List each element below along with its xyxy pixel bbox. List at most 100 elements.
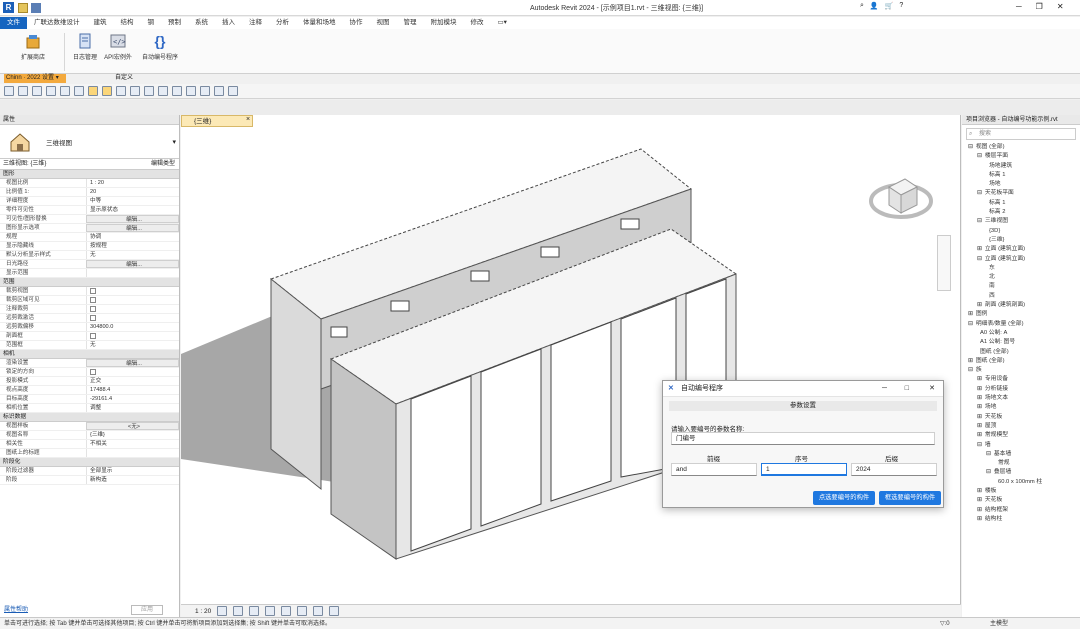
view-tab-3d[interactable]: {三维} bbox=[181, 115, 253, 127]
ribbon-tab[interactable]: 广联达数维设计 bbox=[27, 17, 87, 29]
property-value[interactable]: <无> bbox=[86, 422, 179, 430]
tree-node[interactable]: ⊞ 屋顶 bbox=[962, 422, 1080, 431]
tree-node[interactable]: A1 公制: 图号 bbox=[962, 338, 1080, 347]
crop-icon[interactable] bbox=[297, 606, 308, 616]
tree-node[interactable]: 图纸 (全部) bbox=[962, 348, 1080, 357]
tree-node[interactable]: ⊞ 楼板 bbox=[962, 487, 1080, 496]
property-value[interactable]: 调整 bbox=[86, 404, 179, 412]
property-section-header[interactable]: 阶段化 bbox=[0, 458, 179, 467]
tree-node[interactable]: 东 bbox=[962, 264, 1080, 273]
property-value[interactable]: -29161.4 bbox=[86, 395, 179, 403]
dialog-close-button[interactable]: ✕ bbox=[929, 381, 935, 397]
tree-node[interactable]: ⊞ 场地 bbox=[962, 403, 1080, 412]
expander-icon[interactable]: ⊟ bbox=[986, 451, 991, 457]
search-icon[interactable]: ⌕ bbox=[860, 2, 864, 10]
property-value[interactable]: 20 bbox=[86, 188, 179, 196]
type-selector[interactable]: 三维视图 ▾ bbox=[0, 125, 179, 159]
property-value[interactable]: 编辑... bbox=[86, 224, 179, 232]
property-value[interactable]: {三维} bbox=[86, 431, 179, 439]
dimension-icon[interactable] bbox=[116, 86, 126, 96]
suffix-input[interactable]: 2024 bbox=[851, 463, 937, 476]
tree-node[interactable]: ⊞ 立面 (建筑立面) bbox=[962, 245, 1080, 254]
shadows-icon[interactable] bbox=[265, 606, 276, 616]
tree-node[interactable]: ⊞ 结构框架 bbox=[962, 506, 1080, 515]
tree-node[interactable]: 南 bbox=[962, 282, 1080, 291]
tree-node[interactable]: ⊟ 楼层平面 bbox=[962, 152, 1080, 161]
property-value[interactable]: 按规程 bbox=[86, 242, 179, 250]
expander-icon[interactable]: ⊟ bbox=[977, 190, 982, 196]
expander-icon[interactable]: ⊞ bbox=[977, 404, 982, 410]
tree-node[interactable]: {3D} bbox=[962, 227, 1080, 236]
browser-search-input[interactable]: ⌕ 搜索 bbox=[966, 128, 1076, 140]
property-value[interactable]: 协调 bbox=[86, 233, 179, 241]
tree-node[interactable]: ⊞ 天花板 bbox=[962, 413, 1080, 422]
tree-node[interactable]: ⊞ 图例 bbox=[962, 310, 1080, 319]
minimize-button[interactable]: ─ bbox=[1016, 2, 1022, 11]
sun-path-icon[interactable] bbox=[249, 606, 260, 616]
redo-icon[interactable] bbox=[60, 86, 70, 96]
property-checkbox[interactable] bbox=[90, 369, 96, 375]
tree-node[interactable]: ⊟ 三维视图 bbox=[962, 217, 1080, 226]
ribbon-tab[interactable]: 视图 bbox=[370, 17, 397, 29]
properties-help-link[interactable]: 属性帮助 bbox=[4, 604, 28, 613]
property-value[interactable] bbox=[86, 368, 179, 376]
thin-lines-icon[interactable] bbox=[186, 86, 196, 96]
close-hidden-icon[interactable] bbox=[200, 86, 210, 96]
tree-node[interactable]: ⊟ 墙 bbox=[962, 441, 1080, 450]
expander-icon[interactable]: ⊞ bbox=[977, 386, 982, 392]
instance-selector[interactable]: 三维视图: {三维} bbox=[0, 159, 112, 169]
revit-logo-icon[interactable]: R bbox=[3, 2, 14, 13]
expander-icon[interactable]: ⊟ bbox=[977, 153, 982, 159]
tree-node[interactable]: 场地 bbox=[962, 180, 1080, 189]
tree-node[interactable]: ⊟ 族 bbox=[962, 366, 1080, 375]
property-value[interactable]: 1 : 20 bbox=[86, 179, 179, 187]
property-section-header[interactable]: 范围 bbox=[0, 278, 179, 287]
user-icon[interactable]: 👤 bbox=[870, 2, 879, 10]
ribbon-tab[interactable]: 体量和场地 bbox=[296, 17, 343, 29]
dialog-maximize-button[interactable]: □ bbox=[905, 381, 909, 397]
tree-node[interactable]: ⊞ 图纸 (全部) bbox=[962, 357, 1080, 366]
property-value[interactable]: 中等 bbox=[86, 197, 179, 205]
property-value[interactable]: 304800.0 bbox=[86, 323, 179, 331]
text-icon[interactable] bbox=[144, 86, 154, 96]
3d-view-canvas[interactable] bbox=[181, 115, 961, 617]
property-value[interactable]: 编辑... bbox=[86, 359, 179, 367]
chevron-down-icon[interactable]: ▾ bbox=[172, 138, 176, 146]
viewcube-icon[interactable] bbox=[869, 178, 933, 219]
property-value[interactable] bbox=[86, 314, 179, 322]
expander-icon[interactable]: ⊞ bbox=[977, 376, 982, 382]
view-scale[interactable]: 1 : 20 bbox=[195, 608, 211, 615]
property-section-header[interactable]: 图形 bbox=[0, 170, 179, 179]
property-value[interactable]: 无 bbox=[86, 341, 179, 349]
navigation-bar[interactable] bbox=[937, 235, 951, 291]
tree-node[interactable]: 60.0 x 100mm 柱 bbox=[962, 478, 1080, 487]
restore-button[interactable]: ❐ bbox=[1036, 2, 1043, 11]
ribbon-tab[interactable]: 分析 bbox=[269, 17, 296, 29]
expander-icon[interactable]: ⊞ bbox=[977, 246, 982, 252]
open-icon[interactable] bbox=[18, 3, 28, 13]
dialog-minimize-button[interactable]: ─ bbox=[882, 381, 887, 397]
tree-node[interactable]: ⊞ 结构柱 bbox=[962, 515, 1080, 524]
tree-node[interactable]: ⊟ 立面 (建筑立面) bbox=[962, 255, 1080, 264]
sync-icon[interactable] bbox=[32, 86, 42, 96]
ribbon-button-log[interactable]: 日志管理 bbox=[68, 33, 102, 71]
tree-node[interactable]: ⊞ 天花板 bbox=[962, 496, 1080, 505]
ribbon-tab[interactable]: 修改 bbox=[464, 17, 491, 29]
expander-icon[interactable]: ⊞ bbox=[977, 488, 982, 494]
ribbon-button-api[interactable]: </> API宏例外 bbox=[100, 33, 136, 71]
tab-close-icon[interactable]: × bbox=[244, 116, 252, 126]
tree-node[interactable]: ⊞ 常规模型 bbox=[962, 431, 1080, 440]
property-value[interactable]: 显示原状态 bbox=[86, 206, 179, 214]
ribbon-button-store[interactable]: 扩展商店 bbox=[14, 33, 52, 71]
expander-icon[interactable]: ⊞ bbox=[977, 516, 982, 522]
property-value[interactable] bbox=[86, 305, 179, 313]
tree-node[interactable]: 西 bbox=[962, 292, 1080, 301]
render-icon[interactable] bbox=[281, 606, 292, 616]
tag-icon[interactable] bbox=[130, 86, 140, 96]
ribbon-tab[interactable]: 协作 bbox=[343, 17, 370, 29]
visual-style-icon[interactable] bbox=[233, 606, 244, 616]
tree-node[interactable]: {三维} bbox=[962, 236, 1080, 245]
ribbon-tab[interactable]: 结构 bbox=[114, 17, 141, 29]
tree-node[interactable]: ⊞ 专用设备 bbox=[962, 375, 1080, 384]
tree-node[interactable]: A0 公制: A bbox=[962, 329, 1080, 338]
